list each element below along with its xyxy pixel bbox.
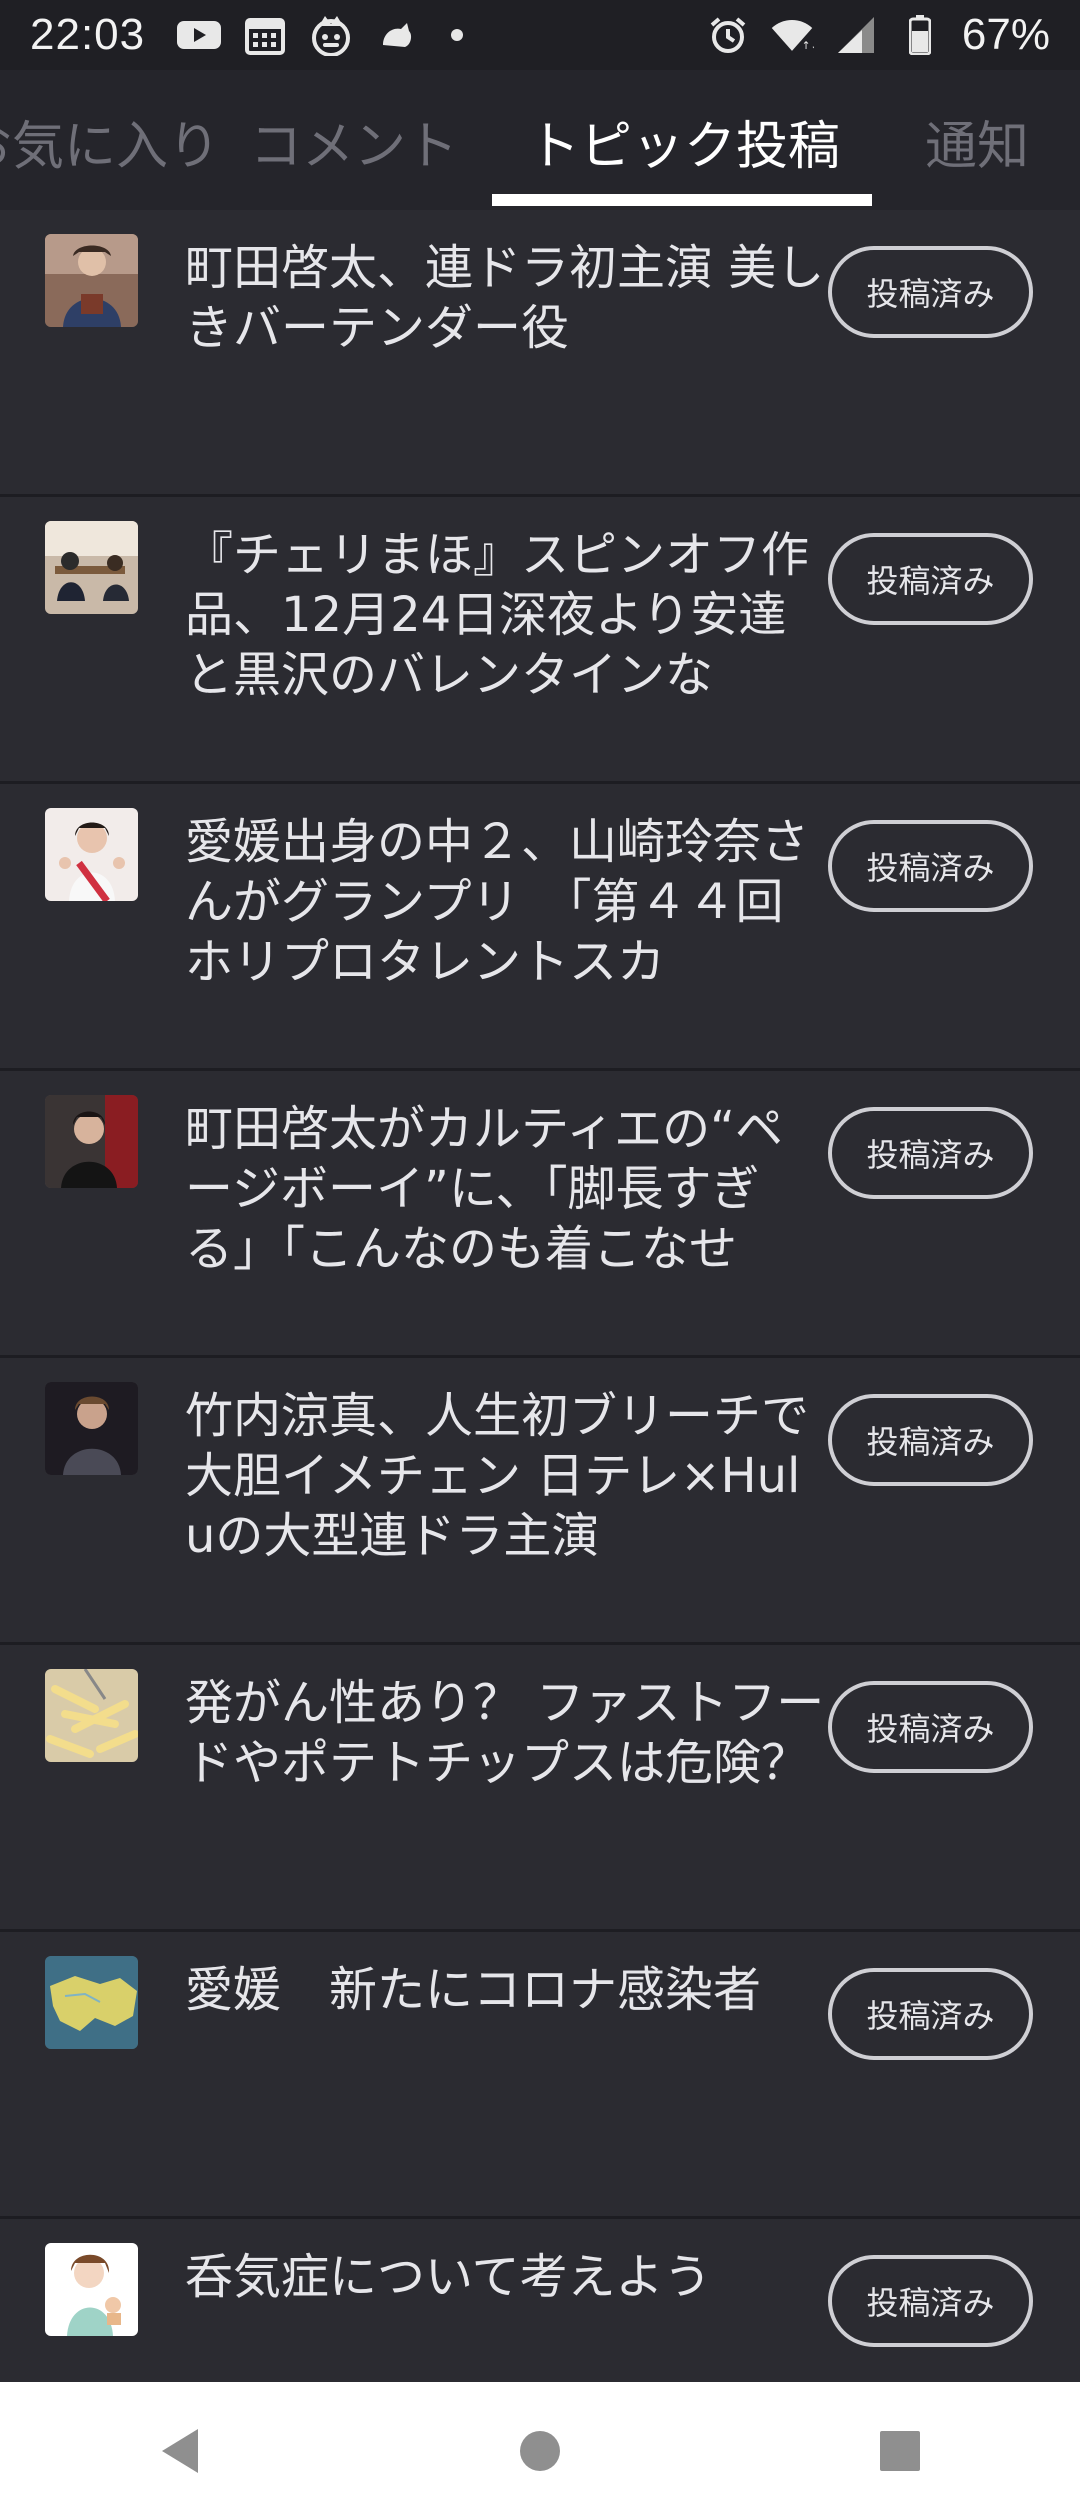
posted-button[interactable]: 投稿済み — [828, 2255, 1033, 2347]
thumbnail — [45, 808, 138, 901]
thumbnail — [45, 234, 138, 327]
topic-title: 発がん性あり？ ファストフードやポテトチップスは危険？ — [185, 1675, 825, 1791]
active-tab-indicator — [492, 194, 872, 206]
status-system-icons: ↑↓ 67% — [706, 10, 1050, 60]
wifi-icon: ↑↓ — [770, 17, 814, 53]
battery-percent: 67% — [961, 10, 1050, 59]
posted-button[interactable]: 投稿済み — [828, 820, 1033, 912]
list-item[interactable]: 『チェリまほ』スピンオフ作品、12月24日深夜より安達と黒沢のバレンタインな 投… — [0, 497, 1080, 784]
posted-button[interactable]: 投稿済み — [828, 533, 1033, 625]
posted-button[interactable]: 投稿済み — [828, 1681, 1033, 1773]
tab-topic-posts[interactable]: トピック投稿 — [528, 104, 840, 179]
thumbnail — [45, 521, 138, 614]
thumbnail — [45, 2243, 138, 2336]
topic-title: 町田啓太がカルティエの“ページボーイ”に、「脚長すぎる」「こんなのも着こなせ — [185, 1101, 783, 1277]
youtube-icon — [177, 17, 222, 53]
recents-icon[interactable] — [850, 2401, 950, 2501]
tab-favorites[interactable]: お気に入り — [0, 104, 220, 179]
tab-comments[interactable]: コメント — [250, 104, 458, 179]
status-time: 22:03 — [30, 10, 146, 59]
thumbnail — [45, 1095, 138, 1188]
signal-icon — [834, 17, 878, 53]
svg-text:↑↓: ↑↓ — [802, 40, 814, 52]
tab-bar: お気に入り コメント トピック投稿 通知 — [0, 70, 1080, 210]
topic-title: 愛媛 新たにコロナ感染者 — [185, 1962, 762, 2018]
home-icon[interactable] — [490, 2401, 590, 2501]
topic-title: 町田啓太、連ドラ初主演 美しきバーテンダー役 — [185, 240, 825, 356]
list-item[interactable]: 発がん性あり？ ファストフードやポテトチップスは危険？ 投稿済み — [0, 1645, 1080, 1932]
posted-button[interactable]: 投稿済み — [828, 1968, 1033, 2060]
topic-title: 呑気症について考えよう — [185, 2249, 712, 2305]
status-bar: 22:03 ↑↓ — [0, 0, 1080, 70]
topic-title: 竹内涼真、人生初ブリーチで大胆イメチェン 日テレ×Huluの大型連ドラ主演 — [185, 1388, 810, 1564]
list-item[interactable]: 町田啓太がカルティエの“ページボーイ”に、「脚長すぎる」「こんなのも着こなせ 投… — [0, 1071, 1080, 1358]
mascot-icon — [309, 16, 353, 56]
thumbnail — [45, 1956, 138, 2049]
posted-button[interactable]: 投稿済み — [828, 1394, 1033, 1486]
thumbnail — [45, 1382, 138, 1475]
list-item[interactable]: 愛媛 新たにコロナ感染者 投稿済み — [0, 1932, 1080, 2219]
system-nav-bar — [0, 2382, 1080, 2520]
list-item[interactable]: 愛媛出身の中２、山崎玲奈さんがグランプリ 「第４４回ホリプロタレントスカ 投稿済… — [0, 784, 1080, 1071]
tab-notifications[interactable]: 通知 — [925, 104, 1029, 179]
list-item[interactable]: 竹内涼真、人生初ブリーチで大胆イメチェン 日テレ×Huluの大型連ドラ主演 投稿… — [0, 1358, 1080, 1645]
alarm-icon — [706, 17, 750, 53]
topic-title: 『チェリまほ』スピンオフ作品、12月24日深夜より安達と黒沢のバレンタインな — [185, 527, 810, 703]
topic-title: 愛媛出身の中２、山崎玲奈さんがグランプリ 「第４４回ホリプロタレントスカ — [185, 814, 810, 990]
list-item[interactable]: 町田啓太、連ドラ初主演 美しきバーテンダー役 投稿済み — [0, 210, 1080, 497]
posted-button[interactable]: 投稿済み — [828, 1107, 1033, 1199]
status-notification-icons — [177, 16, 464, 56]
posted-button[interactable]: 投稿済み — [828, 246, 1033, 338]
back-icon[interactable] — [130, 2401, 230, 2501]
calendar-icon — [243, 17, 287, 55]
more-notifications-dot — [451, 29, 464, 41]
thumbnail — [45, 1669, 138, 1762]
screen: 22:03 ↑↓ — [0, 0, 1080, 2520]
animal-icon — [375, 17, 419, 53]
battery-icon — [898, 15, 942, 55]
topic-post-list: 町田啓太、連ドラ初主演 美しきバーテンダー役 投稿済み 『チェリまほ』スピンオフ… — [0, 210, 1080, 2506]
